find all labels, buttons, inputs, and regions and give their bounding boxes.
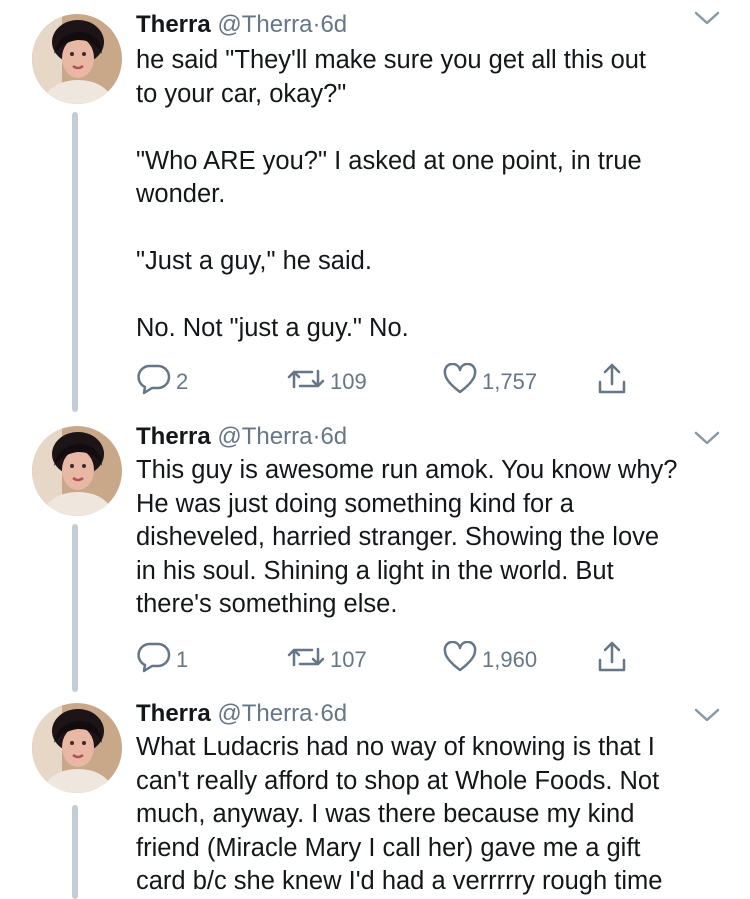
share-button[interactable] — [596, 640, 632, 680]
reply-count: 2 — [176, 369, 189, 394]
username[interactable]: @Therra — [217, 700, 312, 727]
chevron-down-icon[interactable] — [693, 8, 721, 28]
display-name[interactable]: Therra — [136, 700, 211, 727]
tweet-header: Therra @Therra·6d — [136, 420, 347, 454]
retweet-count: 109 — [330, 369, 367, 394]
share-icon — [596, 640, 632, 680]
thread-line — [72, 112, 78, 412]
reply-icon — [136, 363, 176, 401]
heart-icon — [442, 362, 482, 401]
username[interactable]: @Therra — [217, 11, 312, 38]
chevron-down-icon[interactable] — [693, 705, 721, 725]
username[interactable]: @Therra — [217, 423, 312, 450]
reply-button[interactable]: 1 — [136, 640, 188, 680]
tweet-text: What Ludacris had no way of knowing is t… — [136, 733, 663, 895]
heart-icon — [442, 640, 482, 679]
thread-line — [72, 805, 78, 899]
like-button[interactable]: 1,757 — [442, 362, 537, 402]
display-name[interactable]: Therra — [136, 11, 211, 38]
share-icon — [596, 362, 632, 402]
avatar[interactable] — [32, 14, 122, 104]
tweet-header: Therra @Therra·6d — [136, 697, 347, 731]
tweet-actions: 2 109 1,757 — [136, 362, 656, 402]
tweet-1[interactable]: Therra @Therra·6d he said "They'll make … — [0, 0, 750, 420]
chevron-down-icon[interactable] — [693, 428, 721, 448]
tweet-2[interactable]: Therra @Therra·6d This guy is awesome ru… — [0, 420, 750, 700]
timestamp[interactable]: 6d — [320, 11, 347, 38]
reply-button[interactable]: 2 — [136, 362, 188, 402]
tweet-text: he said "They'll make sure you get all t… — [136, 46, 647, 342]
retweet-button[interactable]: 109 — [286, 362, 367, 402]
reply-count: 1 — [176, 647, 189, 672]
avatar[interactable] — [32, 426, 122, 516]
tweet-header: Therra @Therra·6d — [136, 8, 347, 42]
like-count: 1,757 — [482, 369, 538, 394]
share-button[interactable] — [596, 362, 632, 402]
reply-icon — [136, 641, 176, 679]
tweet-actions: 1 107 1,960 — [136, 640, 656, 680]
timestamp[interactable]: 6d — [320, 700, 347, 727]
avatar[interactable] — [32, 703, 122, 793]
tweet-text: This guy is awesome run amok. You know w… — [136, 456, 678, 618]
like-count: 1,960 — [482, 647, 538, 672]
retweet-count: 107 — [330, 647, 367, 672]
like-button[interactable]: 1,960 — [442, 640, 537, 680]
display-name[interactable]: Therra — [136, 423, 211, 450]
retweet-icon — [286, 641, 330, 679]
thread-line — [72, 524, 78, 692]
retweet-button[interactable]: 107 — [286, 640, 367, 680]
retweet-icon — [286, 363, 330, 401]
timestamp[interactable]: 6d — [320, 423, 347, 450]
tweet-3[interactable]: Therra @Therra·6d What Ludacris had no w… — [0, 697, 750, 899]
